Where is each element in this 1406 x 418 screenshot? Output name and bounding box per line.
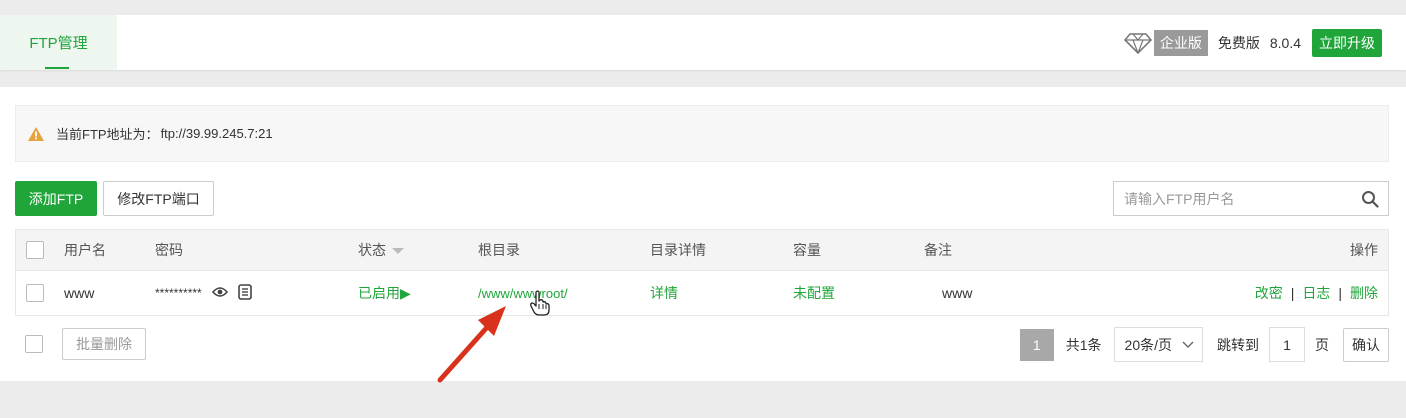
top-bar: FTP管理 企业版 免费版 8.0.4 立即升级 [0, 15, 1406, 70]
col-root: 根目录 [478, 242, 520, 258]
main-content: 当前FTP地址为： ftp://39.99.245.7:21 添加FTP 修改F… [0, 87, 1406, 381]
confirm-button[interactable]: 确认 [1343, 327, 1389, 362]
pagination: 1 共1条 20条/页 跳转到 1 页 确认 [1019, 327, 1389, 362]
col-capacity: 容量 [793, 242, 821, 258]
table-row: www ********** 已启用▶ /www/wwwroot/ 详情 未配置… [16, 271, 1388, 315]
version-number: 8.0.4 [1269, 34, 1301, 51]
ftp-address-alert: 当前FTP地址为： ftp://39.99.245.7:21 [15, 105, 1389, 162]
col-username: 用户名 [64, 242, 106, 258]
search-box [1113, 181, 1389, 216]
warning-icon [28, 126, 44, 141]
tab-ftp-management[interactable]: FTP管理 [0, 15, 117, 70]
chevron-down-icon [1182, 341, 1194, 348]
col-password: 密码 [155, 242, 183, 258]
log-link[interactable]: 日志 [1302, 283, 1330, 303]
diamond-icon [1123, 32, 1152, 54]
row-capacity[interactable]: 未配置 [793, 271, 835, 315]
row-root-path[interactable]: /www/wwwroot/ [478, 271, 568, 315]
row-dir-detail[interactable]: 详情 [650, 271, 678, 315]
col-status[interactable]: 状态 [358, 230, 404, 270]
col-status-label: 状态 [358, 242, 386, 258]
search-input[interactable] [1114, 182, 1352, 215]
upgrade-button[interactable]: 立即升级 [1312, 28, 1382, 57]
jump-label: 跳转到 [1217, 336, 1259, 353]
row-actions: 改密 | 日志 | 删除 [1255, 271, 1378, 315]
batch-delete-button[interactable]: 批量删除 [62, 328, 146, 360]
add-ftp-button[interactable]: 添加FTP [15, 181, 97, 216]
jump-page-input[interactable]: 1 [1269, 327, 1305, 362]
page-size-select[interactable]: 20条/页 [1113, 327, 1203, 362]
page-current[interactable]: 1 [1019, 328, 1054, 361]
row-remark[interactable]: www [942, 271, 972, 315]
table-footer: 批量删除 1 共1条 20条/页 跳转到 1 页 确认 [15, 327, 1389, 362]
alert-label: 当前FTP地址为： [56, 127, 159, 142]
sort-caret-icon[interactable] [392, 248, 404, 254]
row-checkbox[interactable] [26, 284, 44, 302]
row-username: www [64, 285, 95, 301]
tab-label: FTP管理 [29, 35, 88, 52]
ftp-table: 用户名 密码 状态 根目录 目录详情 容量 备注 操作 www ********… [15, 229, 1389, 316]
change-password-link[interactable]: 改密 [1255, 283, 1283, 303]
row-password: ********** [155, 286, 202, 300]
page-unit: 页 [1315, 336, 1329, 353]
page-size-value: 20条/页 [1124, 336, 1172, 353]
ftp-address: ftp://39.99.245.7:21 [160, 126, 273, 141]
col-actions: 操作 [1350, 242, 1378, 258]
copy-icon[interactable] [237, 283, 252, 303]
version-area: 企业版 免费版 8.0.4 立即升级 [1123, 15, 1382, 70]
free-edition-label: 免费版 [1217, 34, 1260, 51]
page-total: 共1条 [1065, 336, 1102, 353]
table-header: 用户名 密码 状态 根目录 目录详情 容量 备注 操作 [16, 230, 1388, 271]
col-dir-detail: 目录详情 [650, 242, 706, 258]
modify-ftp-port-button[interactable]: 修改FTP端口 [103, 181, 214, 216]
tab-active-indicator [45, 67, 69, 69]
footer-select-all-checkbox[interactable] [25, 335, 43, 353]
enterprise-badge[interactable]: 企业版 [1153, 29, 1208, 56]
row-password-cell: ********** [155, 271, 252, 315]
select-all-checkbox[interactable] [26, 241, 44, 259]
eye-icon[interactable] [211, 285, 228, 301]
separator: | [1290, 285, 1295, 301]
separator: | [1338, 285, 1342, 301]
col-remark: 备注 [924, 242, 952, 258]
delete-link[interactable]: 删除 [1350, 283, 1378, 303]
row-status[interactable]: 已启用▶ [358, 271, 411, 315]
search-icon[interactable] [1352, 182, 1388, 215]
